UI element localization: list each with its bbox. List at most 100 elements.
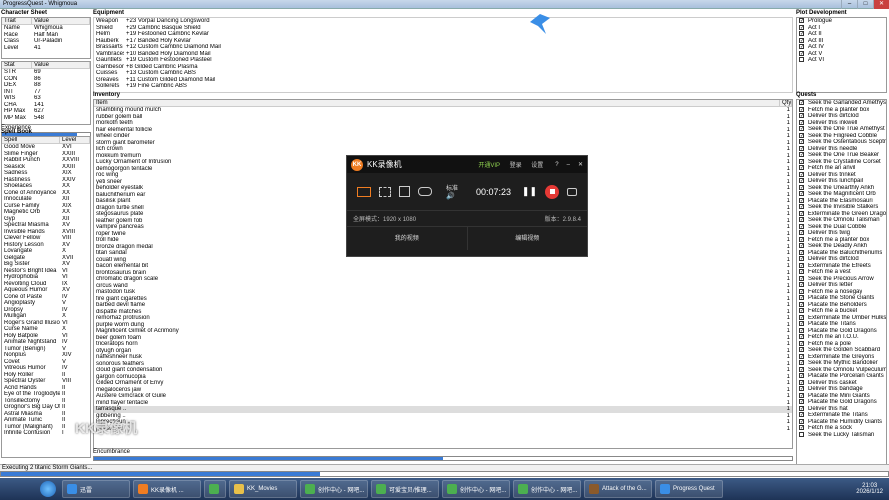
taskbar-item[interactable]: 创作中心 - 网吧... [300, 480, 368, 498]
checkbox-checked-icon[interactable]: ✓ [799, 171, 804, 177]
checkbox-checked-icon[interactable]: ✓ [799, 204, 804, 209]
kk-recorder-window[interactable]: KK KK录像机 开通VIP 登录 设置 ? – ✕ 标准 🔊 00:07:23… [346, 155, 588, 257]
checkbox-checked-icon[interactable]: ✓ [799, 18, 804, 23]
taskbar-item[interactable]: Attack of the G... [584, 480, 652, 498]
checkbox-empty-icon[interactable] [799, 57, 804, 62]
minimize-button[interactable]: – [841, 0, 857, 9]
checkbox-checked-icon[interactable]: ✓ [799, 418, 804, 424]
checkbox-checked-icon[interactable]: ✓ [799, 178, 804, 183]
kk-vip-link[interactable]: 开通VIP [478, 163, 500, 169]
checkbox-checked-icon[interactable]: ✓ [799, 106, 804, 112]
plot-list[interactable]: ✓ Prologue ✓ Act I ✓ Act II ✓ Act III ✓ Act IV ✓ Ac… [796, 17, 887, 93]
checkbox-checked-icon[interactable]: ✓ [799, 366, 804, 372]
maximize-button[interactable]: □ [857, 0, 873, 9]
checkbox-checked-icon[interactable]: ✓ [799, 230, 804, 235]
fullscreen-mode-icon[interactable] [357, 186, 371, 197]
inventory-table[interactable]: Item Qty shambling mound mulch 1 rubber go… [93, 99, 793, 449]
checkbox-checked-icon[interactable]: ✓ [799, 119, 804, 125]
checkbox-checked-icon[interactable]: ✓ [799, 412, 804, 417]
checkbox-checked-icon[interactable]: ✓ [799, 399, 804, 404]
checkbox-checked-icon[interactable]: ✓ [799, 386, 804, 391]
checkbox-checked-icon[interactable]: ✓ [799, 236, 804, 242]
my-videos-button[interactable]: 我的视频 [347, 227, 468, 250]
checkbox-checked-icon[interactable]: ✓ [799, 197, 804, 203]
checkbox-checked-icon[interactable]: ✓ [799, 282, 804, 287]
checkbox-checked-icon[interactable]: ✓ [799, 158, 804, 164]
inventory-row[interactable]: jubilex gel 1 [94, 426, 792, 433]
checkbox-checked-icon[interactable]: ✓ [799, 321, 804, 326]
taskbar-item[interactable]: 可爱宝贝/推理... [371, 480, 439, 498]
checkbox-checked-icon[interactable]: ✓ [799, 256, 804, 261]
checkbox-checked-icon[interactable]: ✓ [799, 360, 804, 365]
checkbox-checked-icon[interactable]: ✓ [799, 31, 804, 36]
checkbox-checked-icon[interactable]: ✓ [799, 249, 804, 255]
taskbar-item[interactable] [204, 480, 226, 498]
checkbox-checked-icon[interactable]: ✓ [799, 295, 804, 300]
checkbox-checked-icon[interactable]: ✓ [799, 24, 804, 30]
checkbox-checked-icon[interactable]: ✓ [799, 353, 804, 359]
checkbox-checked-icon[interactable]: ✓ [799, 126, 804, 131]
region-mode-icon[interactable] [379, 186, 391, 197]
checkbox-checked-icon[interactable]: ✓ [799, 425, 804, 430]
checkbox-checked-icon[interactable]: ✓ [799, 132, 804, 138]
window-titlebar[interactable]: ProgressQuest - Whigmoua – □ ✕ [0, 0, 889, 9]
quest-list[interactable]: ✓ Seek the Garlanded Amethyst ✓ Fetch me a … [796, 99, 887, 465]
stop-button[interactable] [545, 184, 559, 199]
start-button[interactable] [40, 481, 56, 497]
stat-row[interactable]: MP Max 548 [2, 115, 90, 122]
edit-videos-button[interactable]: 编辑视频 [468, 227, 588, 250]
checkbox-checked-icon[interactable]: ✓ [799, 275, 804, 281]
equipment-table[interactable]: Weapon +23 Vorpal Dancing Longsword Shield… [93, 17, 793, 93]
trait-row[interactable]: Level 41 [2, 45, 90, 52]
kk-help-button[interactable]: ? [555, 162, 558, 168]
checkbox-checked-icon[interactable]: ✓ [799, 50, 804, 56]
checkbox-checked-icon[interactable]: ✓ [799, 145, 804, 151]
close-button[interactable]: ✕ [873, 0, 889, 9]
plot-act[interactable]: Act VI [797, 57, 886, 64]
checkbox-checked-icon[interactable]: ✓ [799, 243, 804, 248]
pause-icon[interactable]: ❚❚ [522, 186, 537, 197]
checkbox-checked-icon[interactable]: ✓ [799, 217, 804, 222]
checkbox-checked-icon[interactable]: ✓ [799, 100, 804, 105]
taskbar-item[interactable]: 创作中心 - 网吧... [513, 480, 581, 498]
checkbox-checked-icon[interactable]: ✓ [799, 210, 804, 216]
checkbox-checked-icon[interactable]: ✓ [799, 152, 804, 157]
checkbox-checked-icon[interactable]: ✓ [799, 191, 804, 196]
quest-item[interactable]: Seek the Lucky Talisman [797, 431, 886, 439]
checkbox-checked-icon[interactable]: ✓ [799, 347, 804, 352]
checkbox-checked-icon[interactable]: ✓ [799, 113, 804, 118]
checkbox-checked-icon[interactable]: ✓ [799, 262, 804, 268]
checkbox-checked-icon[interactable]: ✓ [799, 334, 804, 339]
window-mode-icon[interactable] [399, 186, 410, 197]
kk-close-button[interactable]: ✕ [578, 161, 583, 168]
checkbox-checked-icon[interactable]: ✓ [799, 314, 804, 320]
taskbar-item[interactable]: KK录像机 ... [133, 480, 201, 498]
checkbox-checked-icon[interactable]: ✓ [799, 288, 804, 294]
checkbox-checked-icon[interactable]: ✓ [799, 165, 804, 170]
checkbox-checked-icon[interactable]: ✓ [799, 223, 804, 229]
checkbox-checked-icon[interactable]: ✓ [799, 405, 804, 411]
checkbox-checked-icon[interactable]: ✓ [799, 308, 804, 313]
kk-titlebar[interactable]: KK KK录像机 开通VIP 登录 设置 ? – ✕ [347, 156, 587, 173]
stats-table[interactable]: Stat Value STR 69 CON 86 DEX 88 INT 77 WIS 63 CHA 1… [1, 61, 91, 125]
checkbox-checked-icon[interactable]: ✓ [799, 269, 804, 274]
taskbar-item[interactable]: Progress Quest [655, 480, 723, 498]
checkbox-checked-icon[interactable]: ✓ [799, 37, 804, 43]
taskbar-item[interactable]: 创作中心 - 网吧... [442, 480, 510, 498]
kk-login-link[interactable]: 登录 [510, 163, 522, 169]
camera-icon[interactable] [567, 187, 577, 196]
checkbox-checked-icon[interactable]: ✓ [799, 340, 804, 346]
checkbox-checked-icon[interactable]: ✓ [799, 44, 804, 49]
checkbox-checked-icon[interactable]: ✓ [799, 327, 804, 333]
traits-table[interactable]: Trait Value Name Whigmoua Race Half Man Clas… [1, 17, 91, 59]
checkbox-checked-icon[interactable]: ✓ [799, 373, 804, 378]
checkbox-empty-icon[interactable] [799, 431, 804, 437]
checkbox-checked-icon[interactable]: ✓ [799, 184, 804, 190]
taskbar-item[interactable]: KK_Movies [229, 480, 297, 498]
kk-minimize-button[interactable]: – [567, 162, 570, 168]
checkbox-checked-icon[interactable]: ✓ [799, 301, 804, 307]
checkbox-checked-icon[interactable]: ✓ [799, 379, 804, 385]
equipment-row[interactable]: Sollerets +19 Fine Cambric ABS [94, 83, 792, 90]
speaker-icon[interactable]: 🔊 [446, 192, 458, 200]
checkbox-checked-icon[interactable]: ✓ [799, 139, 804, 144]
